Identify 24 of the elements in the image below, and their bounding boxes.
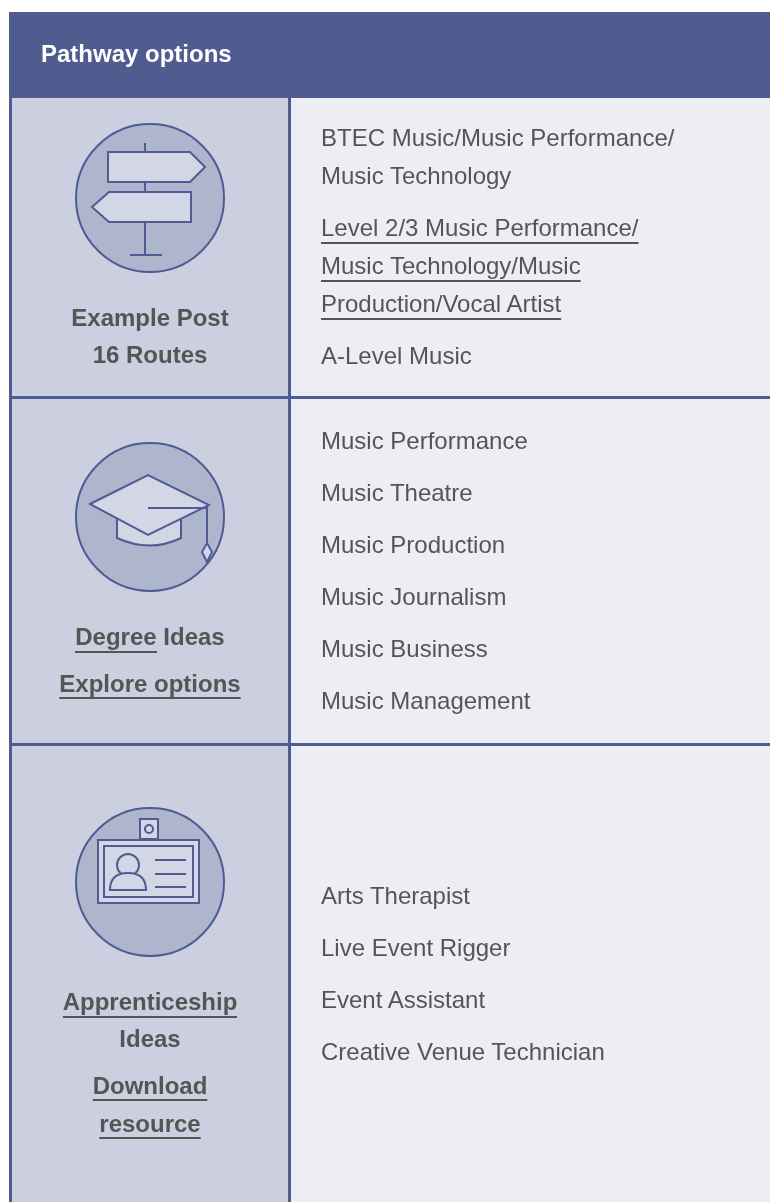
- category-link[interactable]: Apprenticeship: [62, 988, 238, 1018]
- option-text: Music Management: [321, 686, 532, 716]
- category-title: Degree Ideas: [75, 617, 225, 655]
- option-text: Arts Therapist: [321, 881, 471, 911]
- option-link[interactable]: Level 2/3 Music Performance/ Music Technology/Music Production/Vocal Artist: [321, 209, 691, 323]
- header-title: Pathway options: [41, 39, 232, 68]
- id-badge-icon: [73, 805, 227, 959]
- category-title: Example Post 16 Routes: [70, 303, 230, 370]
- category-title: Apprenticeship Ideas: [61, 987, 239, 1054]
- option-text: Music Theatre: [321, 478, 474, 508]
- option-text: Music Production: [321, 530, 507, 560]
- action-link[interactable]: Explore options: [59, 664, 241, 703]
- option-text: Music Business: [321, 634, 489, 664]
- option-text: Music Performance: [321, 426, 529, 456]
- option-text: BTEC Music/Music Performance/ Music Technology: [321, 123, 676, 191]
- option-text: Event Assistant: [321, 985, 487, 1015]
- action-link[interactable]: Download resource: [80, 1067, 220, 1143]
- option-text: Live Event Rigger: [321, 933, 512, 963]
- signpost-icon: [73, 121, 227, 275]
- option-text: A-Level Music: [321, 341, 473, 371]
- option-text: Creative Venue Technician: [321, 1037, 606, 1067]
- option-text: Music Journalism: [321, 582, 508, 612]
- graduation-cap-icon: [73, 439, 227, 594]
- category-link[interactable]: Degree: [75, 622, 157, 653]
